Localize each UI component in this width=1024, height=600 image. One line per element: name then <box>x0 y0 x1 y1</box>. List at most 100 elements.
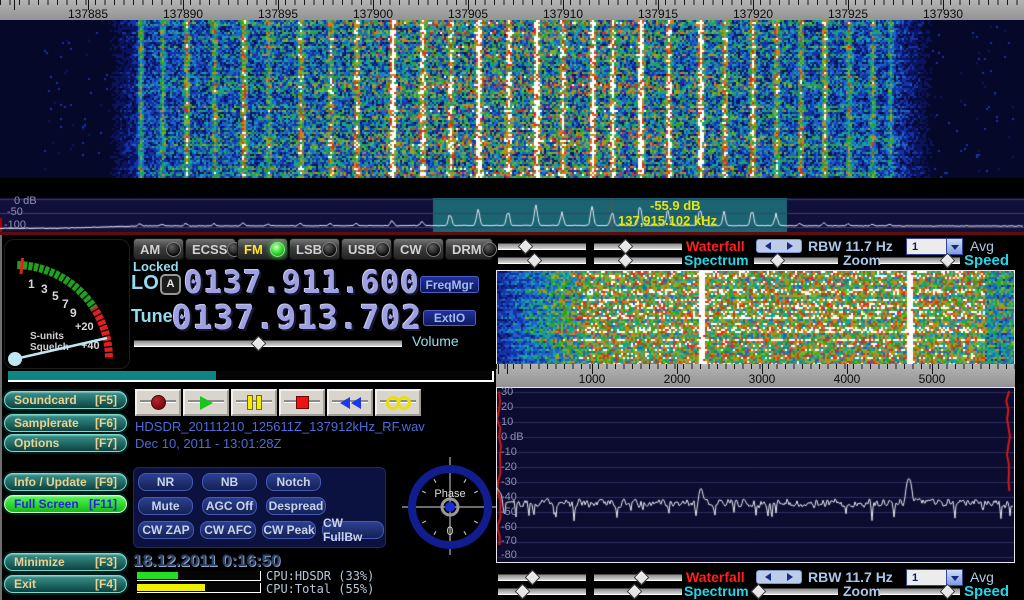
db-tick-label: 10 <box>501 416 513 428</box>
samplerate-button[interactable]: Samplerate [F6] <box>4 414 127 432</box>
stop-button[interactable] <box>279 389 325 416</box>
soundcard-button[interactable]: Soundcard [F5] <box>4 391 127 409</box>
slider-thumb[interactable] <box>939 253 955 269</box>
minimize-button[interactable]: Minimize [F3] <box>4 553 127 571</box>
zoom-slider[interactable] <box>754 253 838 266</box>
loop-icon <box>386 396 411 410</box>
dropdown-arrow-icon[interactable] <box>946 239 962 254</box>
left-arrow-icon[interactable] <box>765 573 771 581</box>
slider-thumb[interactable] <box>939 584 955 600</box>
recording-filename: HDSDR_20111210_125611Z_137912kHz_RF.wav <box>135 419 425 434</box>
mode-button-am[interactable]: AM <box>133 238 184 260</box>
lo-auto-lock-icon[interactable]: A <box>160 274 181 295</box>
fullscreen-button[interactable]: Full Screen [F11] <box>4 495 127 513</box>
mode-button-ecss[interactable]: ECSS <box>185 238 236 260</box>
mode-button-usb[interactable]: USB <box>341 238 392 260</box>
button-label: Samplerate <box>14 416 79 430</box>
nr-button[interactable]: NR <box>138 473 193 491</box>
cw-afc-button[interactable]: CW AFC <box>200 521 256 539</box>
spectrum-ref-slider-2[interactable] <box>498 584 586 597</box>
cw-peak-button[interactable]: CW Peak <box>262 521 316 539</box>
record-icon <box>151 395 166 410</box>
slider-thumb[interactable] <box>251 336 267 352</box>
speed-label-2: Speed <box>964 583 1009 600</box>
lo-frequency-display[interactable]: 0137.911.600 <box>184 265 420 301</box>
extio-button[interactable]: ExtIO <box>423 310 476 326</box>
main-frequency-scale[interactable]: 137885 137890 137895 137900 137905 13791… <box>0 0 1024 20</box>
overview-spectrum[interactable]: 0 dB -50 -100 -55.9 dB 137,915.102 kHz <box>0 198 1024 232</box>
agc-off-button[interactable]: AGC Off <box>202 497 257 515</box>
pause-button[interactable] <box>231 389 277 416</box>
slider-thumb[interactable] <box>525 570 541 586</box>
slider-thumb[interactable] <box>618 253 634 269</box>
spectrum-range-slider[interactable] <box>594 253 682 266</box>
info-update-button[interactable]: Info / Update [F9] <box>4 473 127 491</box>
rf-waterfall-display[interactable] <box>497 271 1014 364</box>
slider-thumb[interactable] <box>518 239 534 255</box>
play-button[interactable] <box>183 389 229 416</box>
notch-button[interactable]: Notch <box>266 473 321 491</box>
phase-dial[interactable]: Phase 0 <box>402 455 498 557</box>
db-tick-label: -80 <box>501 549 517 561</box>
right-arrow-icon[interactable] <box>787 242 793 250</box>
rf-frequency-scale[interactable]: 1000 2000 3000 4000 5000 <box>496 364 1015 387</box>
window-border <box>0 235 2 600</box>
overview-spectrum-canvas[interactable] <box>0 198 1024 232</box>
speed-slider-2[interactable] <box>880 584 960 597</box>
frequency-tick-label: 3000 <box>749 372 776 386</box>
cpu-total-fill <box>137 584 205 591</box>
button-label: ExtIO <box>434 311 465 325</box>
speed-slider[interactable] <box>880 253 960 266</box>
slider-thumb[interactable] <box>770 253 786 269</box>
rbw-spin-control-2[interactable] <box>756 570 802 584</box>
slider-groove <box>134 340 402 347</box>
cw-zap-button[interactable]: CW ZAP <box>138 521 194 539</box>
rewind-button[interactable] <box>327 389 373 416</box>
waterfall-contrast-slider[interactable] <box>594 239 682 252</box>
rf-spectrum-display[interactable] <box>497 388 1014 562</box>
spectrum-range-slider-2[interactable] <box>594 584 682 597</box>
mode-label: DRM <box>452 242 482 257</box>
button-label: NB <box>221 475 238 489</box>
freqmgr-button[interactable]: FreqMgr <box>420 276 479 293</box>
cw-fullbw-button[interactable]: CW FullBw <box>322 521 384 539</box>
dropdown-arrow-icon[interactable] <box>946 570 962 585</box>
mode-led-icon <box>426 242 441 257</box>
slider-thumb[interactable] <box>750 584 766 600</box>
mode-button-drm[interactable]: DRM <box>445 238 493 260</box>
main-waterfall-display[interactable] <box>0 0 1024 178</box>
record-button[interactable] <box>135 389 181 416</box>
avg-dropdown-value: 1 <box>907 239 946 254</box>
spectrum-ref-slider[interactable] <box>498 253 586 266</box>
waterfall-contrast-slider-2[interactable] <box>594 570 682 583</box>
waterfall-brightness-slider-2[interactable] <box>498 570 586 583</box>
slider-thumb[interactable] <box>527 253 543 269</box>
nb-button[interactable]: NB <box>202 473 257 491</box>
slider-thumb[interactable] <box>626 584 642 600</box>
despread-button[interactable]: Despread <box>266 497 326 515</box>
tune-frequency-display[interactable]: 0137.913.702 <box>172 298 422 337</box>
slider-thumb[interactable] <box>515 584 531 600</box>
mode-label: USB <box>348 242 375 257</box>
mode-button-cw[interactable]: CW <box>393 238 444 260</box>
mode-button-lsb[interactable]: LSB <box>289 238 340 260</box>
right-arrow-icon[interactable] <box>787 573 793 581</box>
waterfall-brightness-slider[interactable] <box>498 239 586 252</box>
phase-value: 0 <box>447 524 454 538</box>
rbw-spin-control[interactable] <box>756 239 802 253</box>
meter-tick-label: 5 <box>52 289 59 303</box>
slider-thumb[interactable] <box>633 570 649 586</box>
exit-button[interactable]: Exit [F4] <box>4 575 127 593</box>
loop-button[interactable] <box>375 389 421 416</box>
options-button[interactable]: Options [F7] <box>4 434 127 452</box>
zoom-slider-2[interactable] <box>754 584 838 597</box>
frequency-tick-label: 1000 <box>579 372 606 386</box>
mode-button-fm[interactable]: FM <box>237 238 288 260</box>
mute-button[interactable]: Mute <box>138 497 193 515</box>
db-tick-label: -10 <box>501 446 517 458</box>
volume-slider[interactable] <box>134 336 402 349</box>
recorder-toolbar <box>135 389 423 416</box>
s-meter[interactable]: 1 3 5 7 9 +20 +40 S-units Squelch <box>4 239 130 369</box>
left-arrow-icon[interactable] <box>765 242 771 250</box>
squelch-level-bar[interactable] <box>8 371 494 382</box>
